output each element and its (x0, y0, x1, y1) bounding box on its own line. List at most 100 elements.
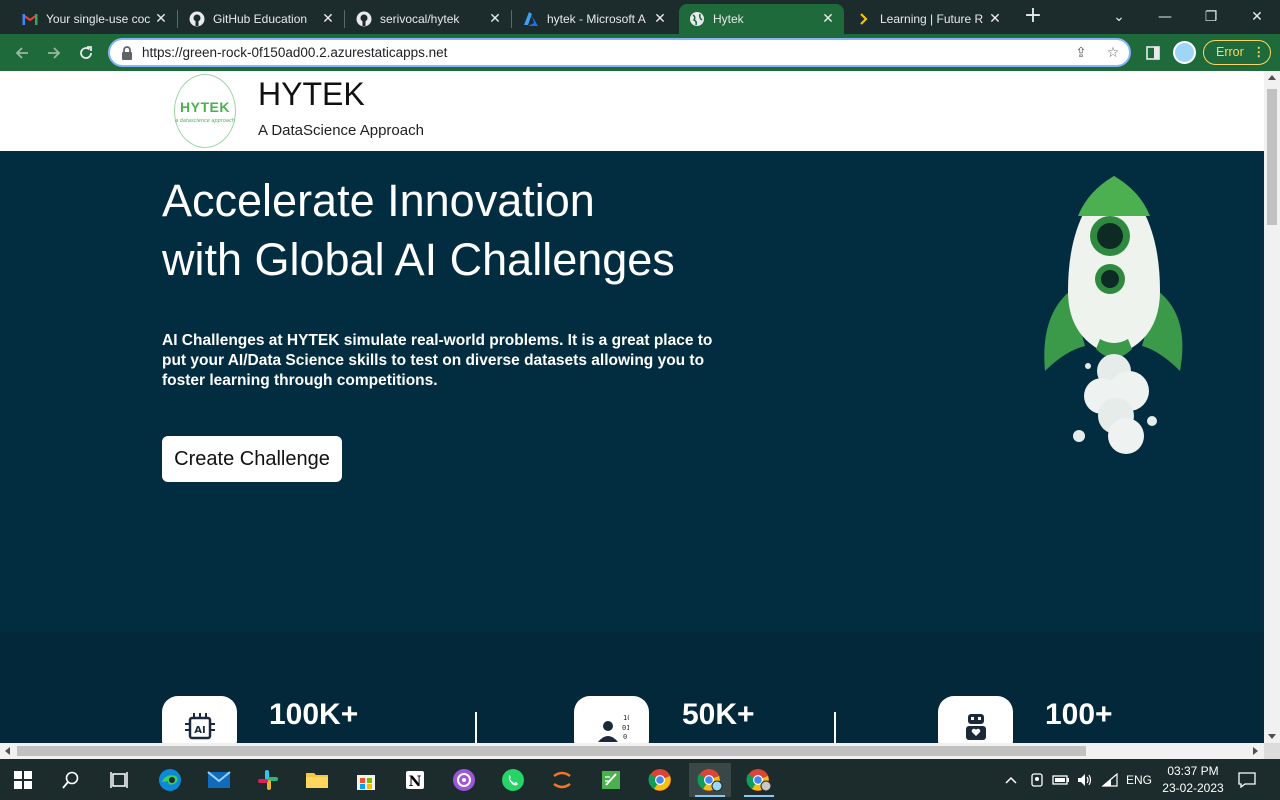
scroll-right-icon[interactable] (1253, 747, 1258, 755)
meet-now-icon[interactable] (1030, 759, 1044, 800)
reload-button[interactable] (73, 40, 99, 66)
close-window-button[interactable]: ✕ (1237, 4, 1277, 30)
more-menu-icon[interactable]: ⋮ (1253, 41, 1265, 64)
horizontal-scrollbar[interactable] (0, 743, 1264, 759)
azure-icon (523, 11, 539, 27)
search-button[interactable] (50, 763, 92, 797)
address-bar[interactable]: https://green-rock-0f150ad00.2.azurestat… (108, 38, 1131, 67)
forward-button[interactable] (41, 40, 67, 66)
svg-text:10: 10 (623, 714, 629, 722)
notifications-icon[interactable] (1238, 759, 1256, 800)
svg-text:N: N (409, 774, 422, 790)
create-challenge-button[interactable]: Create Challenge (162, 436, 342, 482)
close-icon[interactable]: ✕ (987, 10, 1003, 26)
system-clock[interactable]: 03:37 PM 23-02-2023 (1158, 763, 1228, 797)
share-icon[interactable]: ⇪ (1072, 44, 1090, 62)
tab-title: GitHub Education (213, 12, 308, 26)
hero-section: Accelerate Innovation with Global AI Cha… (0, 151, 1264, 632)
reload-icon (80, 46, 92, 59)
chrome-dev-app[interactable] (738, 763, 780, 797)
wifi-icon[interactable] (1101, 759, 1119, 800)
close-icon[interactable]: ✕ (652, 10, 668, 26)
podcast-icon (453, 769, 475, 791)
notion-icon: N (406, 771, 424, 790)
tab-title: Your single-use coc (46, 12, 151, 26)
profile-avatar[interactable] (1173, 41, 1196, 64)
task-view-button[interactable] (98, 763, 140, 797)
browser-toolbar: https://green-rock-0f150ad00.2.azurestat… (0, 34, 1280, 71)
minimize-button[interactable]: — (1145, 4, 1185, 30)
close-icon[interactable]: ✕ (487, 10, 503, 26)
github-icon (189, 11, 205, 27)
chrome-profile-icon (697, 769, 723, 792)
vertical-scrollbar[interactable] (1264, 71, 1280, 743)
close-icon[interactable]: ✕ (153, 10, 169, 26)
tab-future-learning[interactable]: Learning | Future R ✕ (846, 4, 1011, 34)
new-tab-button[interactable]: + (1022, 5, 1044, 28)
jupyter-app[interactable] (541, 763, 583, 797)
tab-serivocal-hytek[interactable]: serivocal/hytek ✕ (346, 4, 511, 34)
tab-azure[interactable]: hytek - Microsoft A ✕ (513, 4, 676, 34)
tab-hytek[interactable]: Hytek ✕ (679, 4, 844, 34)
tab-title: Hytek (713, 12, 744, 26)
notepad-app[interactable] (590, 763, 632, 797)
volume-icon[interactable] (1076, 759, 1094, 800)
error-button[interactable]: Error ⋮ (1203, 40, 1271, 65)
chrome-app[interactable] (639, 763, 681, 797)
notepad-icon (602, 771, 620, 789)
battery-icon[interactable] (1052, 759, 1070, 800)
scrollbar-thumb[interactable] (1267, 89, 1277, 225)
stat-card-icon: AI (162, 696, 237, 743)
slack-icon (258, 770, 278, 790)
brand-tagline: A DataScience Approach (258, 122, 424, 139)
show-hidden-icons[interactable] (1004, 759, 1018, 800)
start-button[interactable] (2, 763, 44, 797)
slack-app[interactable] (247, 763, 289, 797)
side-panel-icon[interactable] (1141, 41, 1165, 65)
bookmark-star-icon[interactable]: ☆ (1104, 44, 1122, 62)
stat-card-icon: 10 010 (574, 696, 649, 743)
stat-card-icon (938, 696, 1013, 743)
notion-app[interactable]: N (394, 763, 436, 797)
logo-subtext: a datascience approach (175, 117, 235, 124)
tab-strip: Your single-use coc ✕ GitHub Education ✕… (0, 0, 1280, 34)
url-text[interactable]: https://green-rock-0f150ad00.2.azurestat… (142, 45, 447, 60)
tab-separator (344, 10, 345, 28)
error-label: Error (1216, 45, 1244, 59)
scroll-down-icon[interactable] (1268, 734, 1276, 739)
language-indicator[interactable]: ENG (1126, 759, 1152, 800)
hero-title-line1: Accelerate Innovation (162, 175, 595, 226)
gmail-icon (22, 11, 38, 27)
hytek-logo[interactable]: HYTEK a datascience approach (174, 74, 236, 148)
clock-date: 23-02-2023 (1162, 781, 1224, 795)
store-icon (357, 775, 375, 790)
scrollbar-thumb[interactable] (17, 746, 1086, 756)
tab-gmail[interactable]: Your single-use coc ✕ (12, 4, 177, 34)
close-icon[interactable]: ✕ (320, 10, 336, 26)
scroll-left-icon[interactable] (5, 747, 10, 755)
edge-app[interactable] (149, 763, 191, 797)
page-viewport: HYTEK a datascience approach HYTEK A Dat… (0, 71, 1264, 743)
store-app[interactable] (345, 763, 387, 797)
tab-search-button[interactable]: ⌄ (1099, 4, 1139, 30)
search-icon (62, 771, 79, 789)
scroll-up-icon[interactable] (1268, 75, 1276, 80)
hero-description: AI Challenges at HYTEK simulate real-wor… (162, 332, 713, 389)
mail-app[interactable] (198, 763, 240, 797)
stat-value: 50K+ (682, 698, 755, 731)
hero-title-line2: with Global AI Challenges (162, 234, 675, 285)
windows-logo-icon (14, 771, 32, 789)
tab-github-education[interactable]: GitHub Education ✕ (179, 4, 344, 34)
robot-icon (965, 714, 986, 740)
globe-icon (689, 11, 705, 27)
chrome-profile-app[interactable] (689, 763, 731, 797)
data-scientist-icon: 10 010 (597, 714, 629, 742)
close-icon[interactable]: ✕ (820, 10, 836, 26)
taskbar: N ENG 03:37 PM 23-02-2023 (0, 759, 1280, 800)
jupyter-icon (553, 771, 571, 789)
restore-button[interactable]: ❐ (1191, 4, 1231, 30)
file-explorer-app[interactable] (296, 763, 338, 797)
whatsapp-app[interactable] (492, 763, 534, 797)
podcast-app[interactable] (443, 763, 485, 797)
back-button[interactable] (9, 40, 35, 66)
